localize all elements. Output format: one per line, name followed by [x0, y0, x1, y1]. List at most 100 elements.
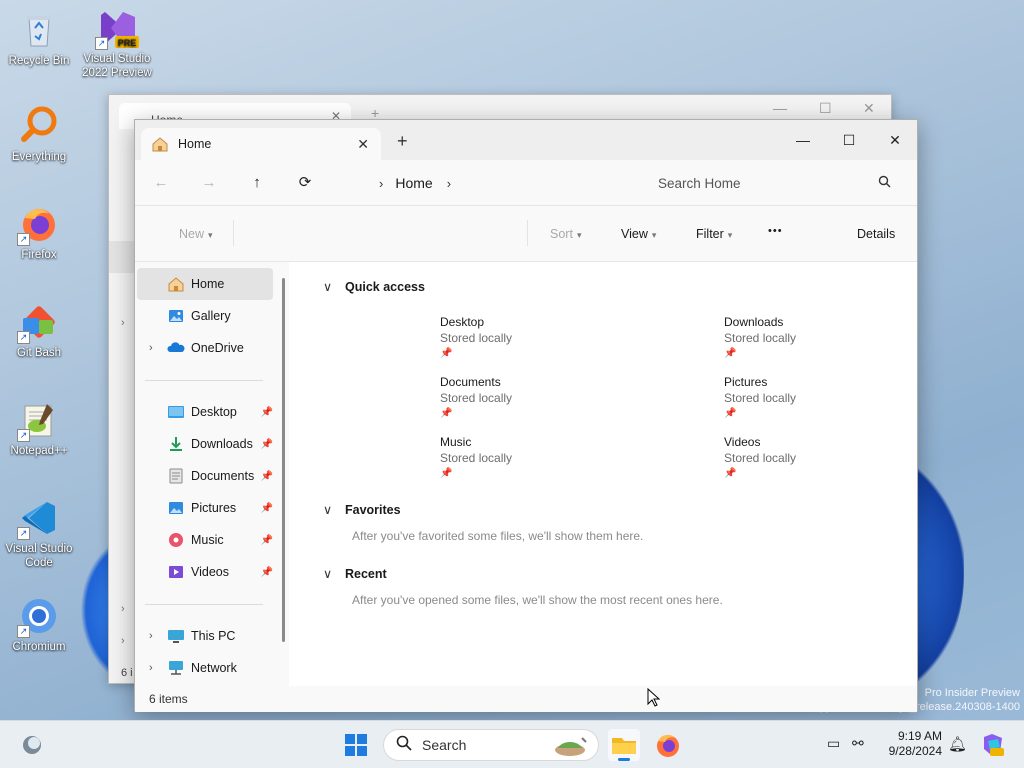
background-maximize-button[interactable]: ☐ [819, 100, 832, 117]
system-clock[interactable]: 9:19 AM 9/28/2024 [889, 729, 942, 759]
desktop-icon-firefox[interactable]: ↗ Firefox [2, 204, 76, 262]
item-name: Documents [440, 375, 501, 389]
command-bar: New ▾ Sort ▾ View ▾ Filter ▾ ••• Details [135, 206, 917, 262]
address-toolbar: ← → ↑ ⟳ › Home › Search Home [135, 160, 917, 206]
divider [233, 220, 234, 246]
search-input[interactable]: Search Home [658, 176, 741, 191]
sidebar-item-onedrive[interactable]: › OneDrive [137, 332, 273, 364]
desktop-icon-notepad-plus-plus[interactable]: ↗ Notepad++ [2, 400, 76, 458]
view-button[interactable]: View ▾ [621, 227, 656, 241]
file-explorer-window[interactable]: Home ✕ + — ☐ ✕ ← → ↑ ⟳ › Home › Search H… [134, 119, 918, 712]
task-view-icon[interactable]: ▭ [827, 735, 840, 752]
pin-icon: 📌 [260, 438, 273, 450]
quick-access-item-downloads[interactable]: Downloads Stored locally 📌 [724, 314, 924, 362]
close-window-button[interactable]: ✕ [872, 126, 918, 154]
chevron-right-icon[interactable]: › [447, 176, 451, 191]
onedrive-icon [167, 342, 185, 352]
group-header-recent[interactable]: ∨ Recent [323, 566, 387, 581]
sidebar-item-videos[interactable]: Videos 📌 [137, 556, 273, 588]
sidebar-item-this-pc[interactable]: › This PC [137, 620, 273, 652]
refresh-button[interactable]: ⟳ [293, 172, 317, 196]
file-explorer-icon [612, 738, 636, 761]
sort-button[interactable]: Sort ▾ [550, 227, 581, 241]
desktop-icon-vscode[interactable]: ↗ Visual Studio Code [2, 498, 76, 570]
view-label: View [621, 227, 648, 241]
breadcrumb-home[interactable]: Home [395, 175, 432, 191]
new-button[interactable]: New ▾ [179, 227, 213, 241]
maximize-button[interactable]: ☐ [826, 126, 872, 154]
taskbar-search-box[interactable]: Search [383, 729, 599, 761]
sidebar-item-downloads[interactable]: Downloads 📌 [137, 428, 273, 460]
taskbar-file-explorer[interactable] [608, 729, 640, 761]
sidebar-item-desktop[interactable]: Desktop 📌 [137, 396, 273, 428]
new-tab-button[interactable]: + [397, 132, 408, 150]
taskbar-firefox[interactable] [652, 729, 684, 761]
title-bar[interactable]: Home ✕ + — ☐ ✕ [135, 120, 917, 160]
pin-icon: 📌 [260, 534, 273, 546]
desktop-icon-visual-studio-preview[interactable]: PRE ↗ Visual Studio 2022 Preview [80, 8, 154, 80]
navigation-pane[interactable]: Home Gallery › OneDrive Desktop 📌 Downlo… [135, 262, 289, 686]
shortcut-arrow-icon: ↗ [17, 331, 30, 344]
sidebar-divider [145, 604, 263, 605]
clock-time: 9:19 AM [897, 729, 942, 743]
desktop-icon-everything[interactable]: Everything [2, 106, 76, 164]
chromium-icon: ↗ [17, 596, 59, 638]
recent-empty-message: After you've opened some files, we'll sh… [352, 593, 723, 607]
address-bar[interactable]: › Home › [339, 167, 633, 199]
sidebar-item-label: OneDrive [191, 341, 244, 355]
more-options-button[interactable]: ••• [768, 225, 783, 237]
up-button[interactable]: ↑ [245, 172, 269, 196]
sidebar-scrollbar[interactable] [282, 278, 285, 642]
this-pc-icon [168, 630, 184, 643]
tab-home[interactable]: Home ✕ [141, 128, 381, 160]
desktop-icon-chromium[interactable]: ↗ Chromium [2, 596, 76, 654]
background-minimize-button[interactable]: — [773, 100, 787, 116]
back-button[interactable]: ← [149, 172, 173, 196]
notification-bell-icon[interactable]: 🔔︎ [948, 735, 967, 753]
filter-label: Filter [696, 227, 724, 241]
sidebar-item-documents[interactable]: Documents 📌 [137, 460, 273, 492]
chevron-right-icon[interactable]: › [379, 176, 383, 191]
chevron-down-icon[interactable]: ∨ [323, 566, 345, 581]
widgets-icon[interactable] [20, 733, 44, 757]
desktop-icon-git-bash[interactable]: ↗ Git Bash [2, 302, 76, 360]
background-close-button[interactable]: ✕ [863, 100, 875, 117]
chevron-right-icon[interactable]: › [149, 662, 153, 674]
pin-icon: 📌 [260, 406, 273, 418]
pin-icon: 📌 [724, 348, 737, 359]
quick-access-item-desktop[interactable]: Desktop Stored locally 📌 [440, 314, 640, 362]
filter-button[interactable]: Filter ▾ [696, 227, 732, 241]
quick-access-item-documents[interactable]: Documents Stored locally 📌 [440, 374, 640, 422]
network-status-icon[interactable]: ⚯ [852, 735, 864, 752]
sidebar-item-music[interactable]: Music 📌 [137, 524, 273, 556]
copilot-icon[interactable] [980, 731, 1006, 757]
sidebar-item-network[interactable]: › Network [137, 652, 273, 684]
content-pane[interactable]: ∨ Quick access Desktop Stored locally 📌 D… [289, 262, 917, 686]
taskbar: Search ▭ ⚯ 9:19 AM 9/28/2024 🔔︎ [0, 720, 1024, 768]
forward-button[interactable]: → [197, 172, 221, 196]
favorites-empty-message: After you've favorited some files, we'll… [352, 529, 644, 543]
quick-access-item-pictures[interactable]: Pictures Stored locally 📌 [724, 374, 924, 422]
chevron-down-icon[interactable]: ∨ [323, 279, 345, 294]
sidebar-item-gallery[interactable]: Gallery [137, 300, 273, 332]
chevron-right-icon[interactable]: › [149, 630, 153, 642]
item-status: Stored locally [440, 391, 513, 405]
chevron-right-icon[interactable]: › [149, 342, 153, 354]
group-header-quick-access[interactable]: ∨ Quick access [323, 279, 425, 294]
details-button[interactable]: Details [857, 227, 895, 241]
group-title: Favorites [345, 503, 401, 517]
sidebar-item-pictures[interactable]: Pictures 📌 [137, 492, 273, 524]
quick-access-item-music[interactable]: Music Stored locally 📌 [440, 434, 640, 482]
quick-access-item-videos[interactable]: Videos Stored locally 📌 [724, 434, 924, 482]
minimize-button[interactable]: — [780, 126, 826, 154]
start-button[interactable] [340, 729, 372, 761]
close-tab-icon[interactable]: ✕ [357, 136, 369, 153]
sidebar-item-home[interactable]: Home [137, 268, 273, 300]
tab-title: Home [178, 137, 212, 151]
chevron-down-icon[interactable]: ∨ [323, 502, 345, 517]
search-box[interactable]: Search Home [645, 167, 905, 199]
pictures-icon [169, 502, 183, 514]
chevron-right-icon: › [121, 635, 125, 647]
group-header-favorites[interactable]: ∨ Favorites [323, 502, 401, 517]
desktop-icon-recycle-bin[interactable]: Recycle Bin [2, 10, 76, 68]
